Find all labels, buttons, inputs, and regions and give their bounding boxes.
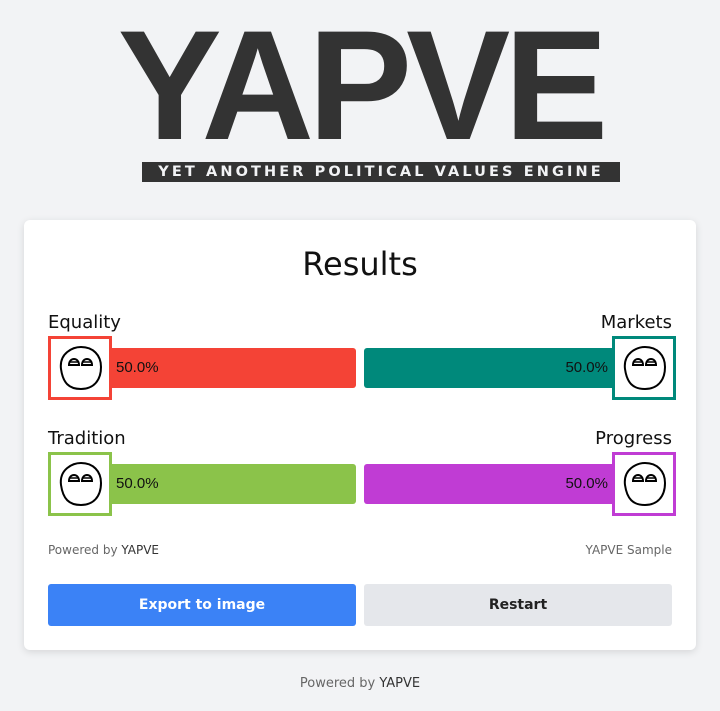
bar-tradition: 50.0% bbox=[108, 464, 356, 504]
bar-equality-value: 50.0% bbox=[116, 359, 159, 376]
axis-right-label-markets: Markets bbox=[600, 312, 672, 333]
tradition-face-icon bbox=[48, 452, 112, 516]
bar-markets-value: 50.0% bbox=[565, 359, 608, 376]
axis-right-label-progress: Progress bbox=[595, 428, 672, 449]
markets-face-icon bbox=[612, 336, 676, 400]
results-title: Results bbox=[302, 245, 418, 283]
logo-wordmark: YAPVE bbox=[117, 0, 609, 173]
logo-tagline: YET ANOTHER POLITICAL VALUES ENGINE bbox=[142, 162, 620, 182]
card-footer-prefix: Powered by bbox=[48, 543, 122, 557]
axis-left-label-tradition: Tradition bbox=[48, 428, 126, 449]
card-footer-brand-link[interactable]: YAPVE bbox=[121, 543, 159, 557]
axis-left-label-equality: Equality bbox=[48, 312, 121, 333]
export-to-image-button[interactable]: Export to image bbox=[48, 584, 356, 626]
page-footer-brand-link[interactable]: YAPVE bbox=[379, 676, 420, 691]
bar-equality: 50.0% bbox=[108, 348, 356, 388]
progress-face-icon bbox=[612, 452, 676, 516]
bar-progress-value: 50.0% bbox=[565, 475, 608, 492]
restart-button[interactable]: Restart bbox=[364, 584, 672, 626]
equality-face-icon bbox=[48, 336, 112, 400]
card-footer-powered-by: Powered by YAPVE bbox=[48, 542, 159, 558]
bar-tradition-value: 50.0% bbox=[116, 475, 159, 492]
card-footer-sample: YAPVE Sample bbox=[585, 543, 672, 557]
yapve-logo: YAPVE YET ANOTHER POLITICAL VALUES ENGIN… bbox=[98, 0, 622, 182]
results-card: Results Equality Markets 50.0% 50.0% Tra… bbox=[24, 220, 696, 650]
page-footer: Powered by YAPVE bbox=[0, 676, 720, 691]
page-footer-prefix: Powered by bbox=[299, 676, 380, 691]
